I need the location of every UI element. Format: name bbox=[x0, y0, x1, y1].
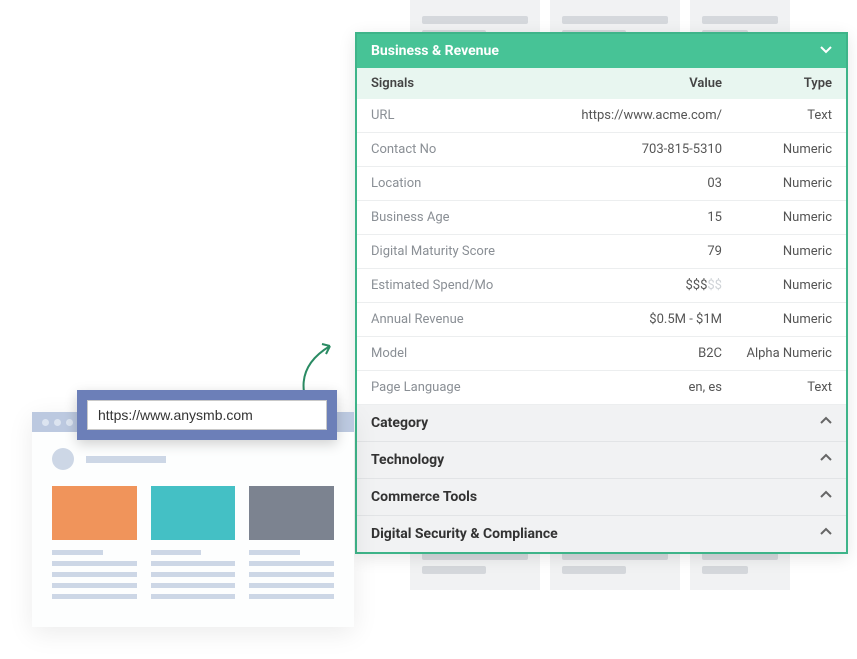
row-type: Text bbox=[722, 108, 832, 123]
row-signal: URL bbox=[371, 108, 572, 123]
row-signal: Model bbox=[371, 346, 572, 361]
card-hero bbox=[52, 486, 137, 540]
window-dot bbox=[54, 419, 61, 426]
row-type: Numeric bbox=[722, 176, 832, 191]
table-row: URL https://www.acme.com/ Text bbox=[357, 99, 846, 133]
row-value: B2C bbox=[572, 346, 722, 361]
row-value: 79 bbox=[572, 244, 722, 259]
arrow-icon bbox=[292, 338, 342, 394]
row-type: Numeric bbox=[722, 244, 832, 259]
col-header-type: Type bbox=[722, 76, 832, 91]
col-header-signals: Signals bbox=[371, 76, 572, 91]
row-signal: Digital Maturity Score bbox=[371, 244, 572, 259]
card-hero bbox=[151, 486, 236, 540]
section-commerce-tools[interactable]: Commerce Tools bbox=[357, 479, 846, 516]
row-signal: Contact No bbox=[371, 142, 572, 157]
section-label: Category bbox=[371, 415, 428, 431]
row-type: Numeric bbox=[722, 210, 832, 225]
row-value: $0.5M - $1M bbox=[572, 312, 722, 327]
card bbox=[151, 486, 236, 605]
url-input[interactable] bbox=[87, 400, 327, 430]
table-row: Digital Maturity Score 79 Numeric bbox=[357, 235, 846, 269]
col-header-value: Value bbox=[572, 76, 722, 91]
table-row: Model B2C Alpha Numeric bbox=[357, 337, 846, 371]
cards bbox=[52, 486, 334, 605]
table-row: Page Language en, es Text bbox=[357, 371, 846, 405]
card bbox=[249, 486, 334, 605]
table-row: Estimated Spend/Mo $$$$$ Numeric bbox=[357, 269, 846, 303]
avatar-icon bbox=[52, 448, 74, 470]
section-label: Commerce Tools bbox=[371, 489, 477, 505]
browser-mock bbox=[32, 412, 354, 627]
window-dot bbox=[42, 419, 49, 426]
row-signal: Estimated Spend/Mo bbox=[371, 278, 572, 293]
chevron-up-icon bbox=[820, 452, 832, 468]
table-row: Location 03 Numeric bbox=[357, 167, 846, 201]
chevron-up-icon bbox=[820, 415, 832, 431]
chevron-up-icon bbox=[820, 526, 832, 542]
row-type: Numeric bbox=[722, 312, 832, 327]
window-dot bbox=[66, 419, 73, 426]
panel-header[interactable]: Business & Revenue bbox=[357, 34, 846, 68]
row-value: $$$$$ bbox=[572, 278, 722, 293]
profile-row bbox=[52, 448, 334, 470]
row-signal: Annual Revenue bbox=[371, 312, 572, 327]
table-row: Business Age 15 Numeric bbox=[357, 201, 846, 235]
panel-column-headers: Signals Value Type bbox=[357, 68, 846, 99]
panel-title: Business & Revenue bbox=[371, 43, 499, 59]
table-row: Annual Revenue $0.5M - $1M Numeric bbox=[357, 303, 846, 337]
card bbox=[52, 486, 137, 605]
section-technology[interactable]: Technology bbox=[357, 442, 846, 479]
row-signal: Page Language bbox=[371, 380, 572, 395]
row-value: 03 bbox=[572, 176, 722, 191]
row-signal: Location bbox=[371, 176, 572, 191]
row-type: Numeric bbox=[722, 142, 832, 157]
name-placeholder bbox=[86, 456, 166, 463]
row-value: 703-815-5310 bbox=[572, 142, 722, 157]
row-value: https://www.acme.com/ bbox=[572, 108, 722, 123]
row-value: 15 bbox=[572, 210, 722, 225]
section-label: Digital Security & Compliance bbox=[371, 526, 558, 542]
row-type: Text bbox=[722, 380, 832, 395]
row-type: Alpha Numeric bbox=[722, 346, 832, 361]
card-hero bbox=[249, 486, 334, 540]
section-label: Technology bbox=[371, 452, 444, 468]
data-panel: Business & Revenue Signals Value Type UR… bbox=[355, 32, 848, 554]
section-digital-security[interactable]: Digital Security & Compliance bbox=[357, 516, 846, 552]
row-value: en, es bbox=[572, 380, 722, 395]
section-category[interactable]: Category bbox=[357, 405, 846, 442]
chevron-up-icon bbox=[820, 489, 832, 505]
row-signal: Business Age bbox=[371, 210, 572, 225]
url-bar bbox=[77, 390, 337, 440]
row-type: Numeric bbox=[722, 278, 832, 293]
table-row: Contact No 703-815-5310 Numeric bbox=[357, 133, 846, 167]
chevron-down-icon bbox=[820, 43, 832, 59]
browser-body bbox=[32, 432, 354, 627]
